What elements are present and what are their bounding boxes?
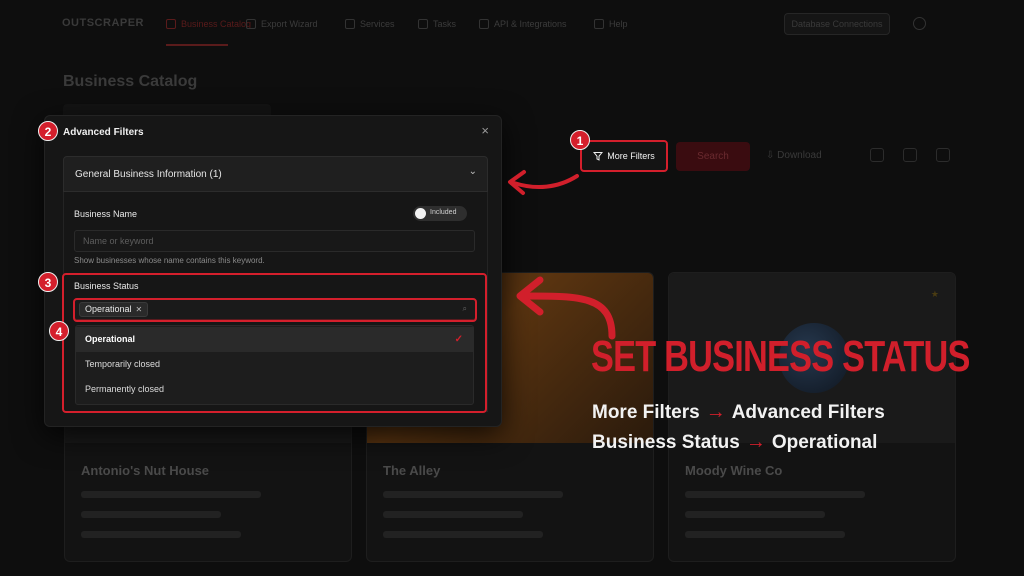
address-line: [383, 491, 563, 498]
path-step-2: Business Status → Operational: [592, 431, 878, 453]
download-button[interactable]: ⇩ Download: [766, 150, 822, 161]
business-name-input[interactable]: [75, 231, 474, 251]
page-title: Business Catalog: [63, 73, 198, 90]
help-icon: [594, 19, 604, 29]
business-name-helper: Show businesses whose name contains this…: [74, 256, 265, 265]
headline: SET BUSINESS STATUS: [591, 332, 970, 381]
star-icon: ★: [930, 289, 939, 299]
accordion-label: General Business Information (1): [75, 169, 222, 180]
more-filters-button[interactable]: More Filters: [580, 140, 668, 172]
catalog-icon: [166, 19, 176, 29]
nav-item-export-wizard[interactable]: Export Wizard: [246, 19, 318, 29]
business-name: Moody Wine Co: [685, 463, 783, 478]
business-name-label: Business Name: [74, 209, 138, 219]
address-line: [685, 491, 865, 498]
step-badge: 2: [38, 121, 58, 141]
logo: OUTSCRAPER: [62, 17, 145, 29]
path-step-1: More Filters → Advanced Filters: [592, 401, 885, 423]
step-badge: 4: [49, 321, 69, 341]
general-info-accordion[interactable]: General Business Information (1) ⌄: [63, 156, 488, 192]
top-navbar: OUTSCRAPER Business Catalog Export Wizar…: [0, 0, 1024, 48]
nav-item-services[interactable]: Services: [345, 19, 395, 29]
included-toggle[interactable]: Included: [413, 206, 467, 221]
chevron-down-icon: ⌄: [468, 166, 477, 177]
arrow-right-icon: →: [705, 401, 726, 423]
business-name: The Alley: [383, 463, 441, 478]
phone-line: [383, 511, 523, 518]
arrow-right-icon: →: [745, 431, 766, 453]
list-view-icon[interactable]: [936, 148, 950, 162]
nav-item-api[interactable]: API & Integrations: [479, 19, 567, 29]
step-badge: 1: [570, 130, 590, 150]
modal-title: Advanced Filters: [63, 127, 144, 138]
nav-item-tasks[interactable]: Tasks: [418, 19, 456, 29]
settings-icon[interactable]: [913, 17, 926, 30]
nav-item-business-catalog[interactable]: Business Catalog: [166, 19, 251, 29]
filter-icon: [593, 152, 604, 161]
social-line: [81, 531, 241, 538]
active-nav-underline: [166, 44, 228, 46]
toggle-label: Included: [430, 209, 457, 216]
status-highlight-box: [62, 273, 487, 413]
address-line: [81, 491, 261, 498]
step-badge: 3: [38, 272, 58, 292]
phone-line: [685, 511, 825, 518]
toggle-knob: [415, 208, 426, 219]
social-line: [383, 531, 543, 538]
tasks-icon: [418, 19, 428, 29]
view-icon[interactable]: [870, 148, 884, 162]
business-name: Antonio's Nut House: [81, 463, 210, 478]
business-name-field[interactable]: [74, 230, 475, 252]
status-select-highlight: [73, 298, 477, 322]
services-icon: [345, 19, 355, 29]
nav-item-help[interactable]: Help: [594, 19, 628, 29]
social-line: [685, 531, 845, 538]
phone-line: [81, 511, 221, 518]
api-icon: [479, 19, 489, 29]
grid-view-icon[interactable]: [903, 148, 917, 162]
database-connections-button[interactable]: Database Connections: [784, 13, 890, 35]
search-button[interactable]: Search: [676, 142, 750, 171]
export-icon: [246, 19, 256, 29]
close-icon[interactable]: ×: [481, 123, 489, 138]
